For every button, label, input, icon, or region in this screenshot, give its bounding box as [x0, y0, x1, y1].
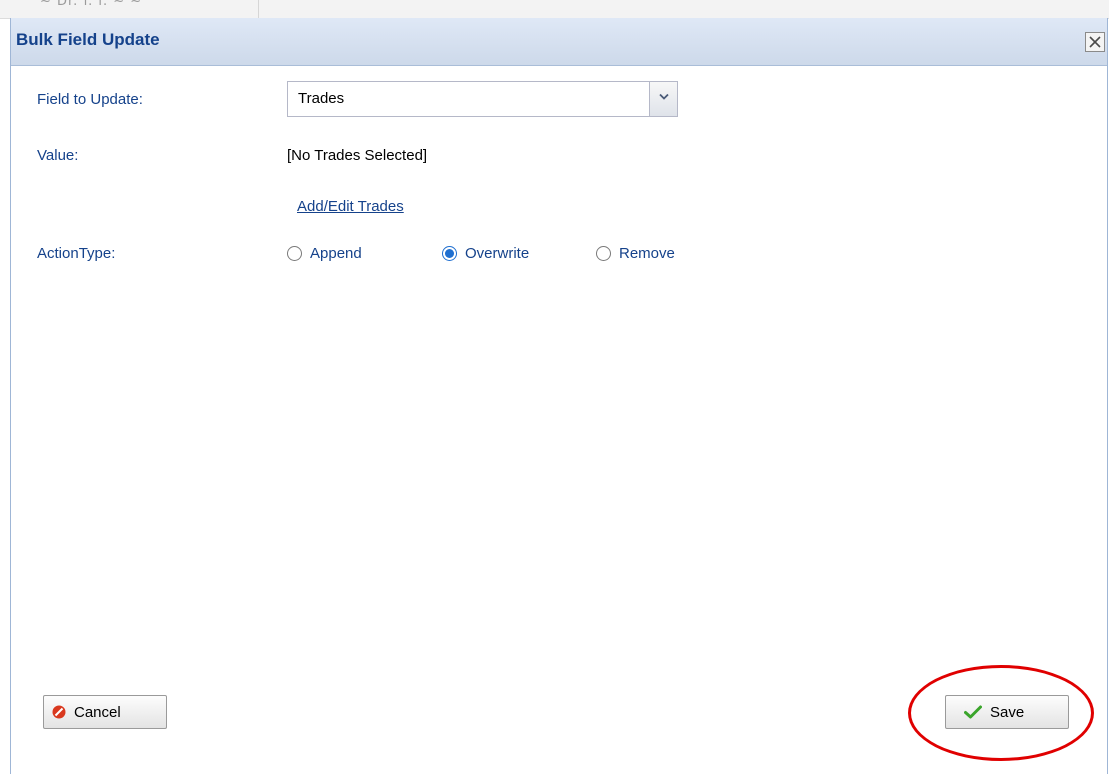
value-label: Value: — [37, 147, 79, 164]
checkmark-icon — [964, 705, 982, 719]
page: ~ Dr. f. i. ~ ~ Bulk Field Update Field … — [0, 0, 1109, 774]
close-icon — [1089, 36, 1101, 48]
field-to-update-dropdown-trigger[interactable] — [649, 82, 677, 116]
close-button[interactable] — [1085, 32, 1105, 52]
action-type-label: ActionType: — [37, 245, 116, 262]
radio-remove-label: Remove — [619, 245, 675, 262]
bulk-field-update-dialog: Bulk Field Update Field to Update: Trade… — [10, 18, 1108, 774]
radio-overwrite[interactable]: Overwrite — [442, 245, 529, 262]
save-button[interactable]: Save — [945, 695, 1069, 729]
radio-append-circle[interactable] — [287, 246, 302, 261]
radio-append-label: Append — [310, 245, 362, 262]
background-ghost-text: ~ Dr. f. i. ~ ~ — [40, 0, 143, 9]
radio-overwrite-label: Overwrite — [465, 245, 530, 262]
chevron-down-icon — [659, 93, 669, 100]
radio-overwrite-circle[interactable] — [442, 246, 457, 261]
save-button-label: Save — [990, 703, 1025, 721]
value-text: [No Trades Selected] — [287, 147, 428, 164]
cancel-button-label: Cancel — [74, 703, 121, 721]
field-to-update-label: Field to Update: — [37, 91, 143, 108]
add-edit-trades-link[interactable]: Add/Edit Trades — [297, 198, 404, 215]
radio-remove[interactable]: Remove — [596, 245, 675, 262]
dialog-title: Bulk Field Update — [16, 30, 160, 49]
dialog-titlebar[interactable]: Bulk Field Update — [11, 18, 1107, 66]
radio-remove-circle[interactable] — [596, 246, 611, 261]
background-page-strip: ~ Dr. f. i. ~ ~ — [0, 0, 1109, 19]
background-divider — [258, 0, 259, 18]
cancel-button[interactable]: Cancel — [43, 695, 167, 729]
cancel-icon — [52, 705, 66, 719]
radio-append[interactable]: Append — [287, 245, 362, 262]
field-to-update-value: Trades — [298, 90, 345, 107]
field-to-update-select[interactable]: Trades — [287, 81, 678, 117]
